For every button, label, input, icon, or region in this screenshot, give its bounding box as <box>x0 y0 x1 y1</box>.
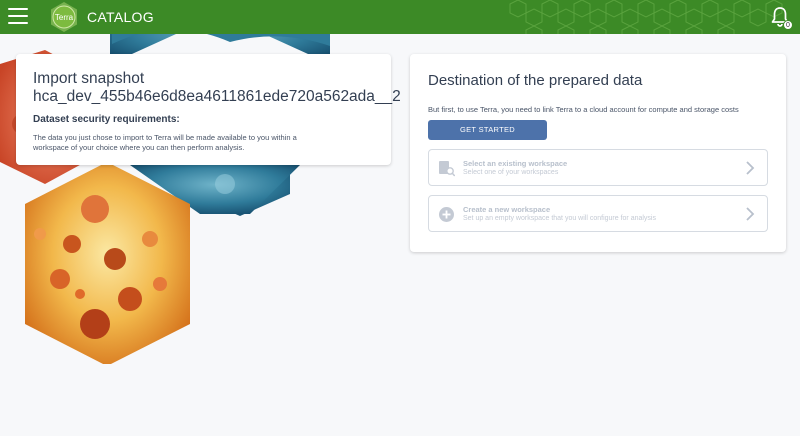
security-description: The data you just chose to import to Ter… <box>33 133 297 152</box>
security-heading: Dataset security requirements: <box>33 114 180 125</box>
option-subtitle: Set up an empty workspace that you will … <box>463 215 656 222</box>
get-started-button[interactable]: GET STARTED <box>428 120 547 140</box>
import-snapshot-card: Import snapshot hca_dev_455b46e6d8ea4611… <box>16 54 401 165</box>
snapshot-title: Import snapshot <box>33 70 145 87</box>
top-navigation-bar: Terra CATALOG 0 <box>0 0 800 34</box>
option-title: Create a new workspace <box>463 205 551 214</box>
add-circle-icon <box>439 207 454 222</box>
chevron-right-icon <box>746 207 755 221</box>
destination-heading: Destination of the prepared data <box>428 72 643 89</box>
svg-text:Terra: Terra <box>55 13 74 22</box>
destination-intro: But first, to use Terra, you need to lin… <box>428 105 739 114</box>
app-title[interactable]: CATALOG <box>87 9 154 25</box>
option-title: Select an existing workspace <box>463 159 568 168</box>
menu-icon[interactable] <box>8 8 28 26</box>
select-existing-workspace-option[interactable]: Select an existing workspace Select one … <box>428 149 768 186</box>
notifications-button[interactable]: 0 <box>768 4 793 30</box>
terra-logo[interactable]: Terra <box>48 1 80 33</box>
chevron-right-icon <box>746 161 755 175</box>
workspace-search-icon <box>439 161 455 177</box>
create-new-workspace-option[interactable]: Create a new workspace Set up an empty w… <box>428 195 768 232</box>
hex-pattern-decoration <box>509 0 783 34</box>
notification-count-badge: 0 <box>783 20 793 30</box>
destination-card: Destination of the prepared data But fir… <box>410 54 786 252</box>
option-subtitle: Select one of your workspaces <box>463 169 559 176</box>
snapshot-id: hca_dev_455b46e6d8ea4611861ede720a562ada… <box>33 88 401 105</box>
